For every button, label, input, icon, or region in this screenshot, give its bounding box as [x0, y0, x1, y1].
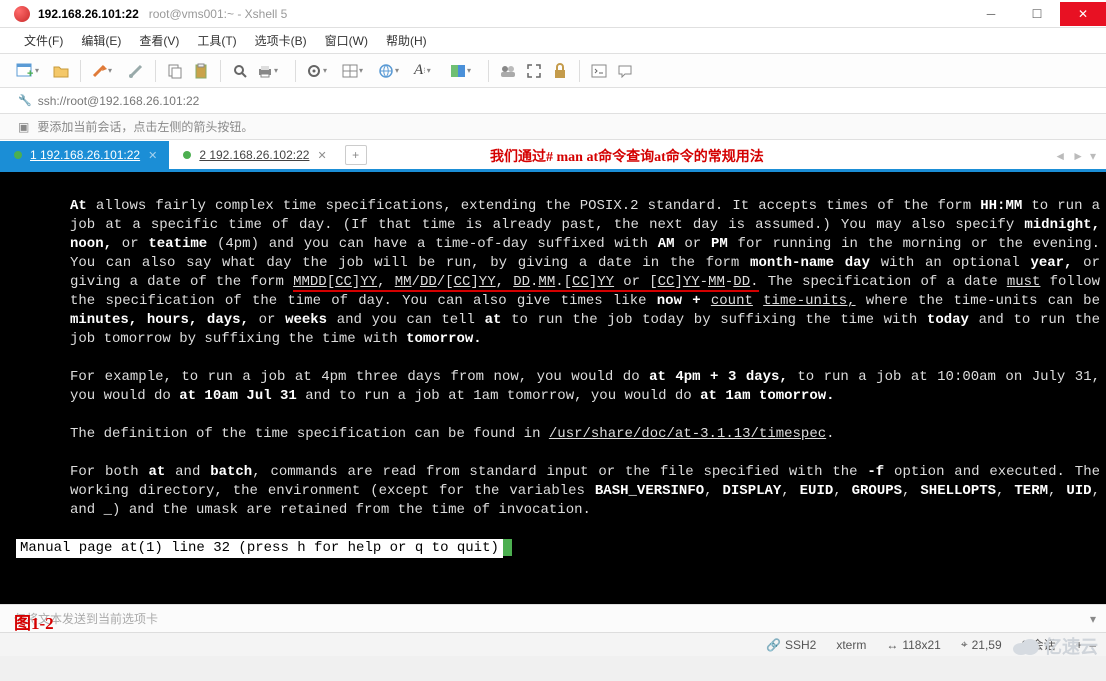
- tab-close-icon[interactable]: ✕: [317, 149, 326, 162]
- menu-window[interactable]: 窗口(W): [319, 30, 374, 51]
- window-title-sub: root@vms001:~ - Xshell 5: [149, 7, 288, 21]
- open-button[interactable]: [50, 60, 72, 82]
- tab-label: 1 192.168.26.101:22: [30, 148, 140, 162]
- menu-bar: 文件(F) 编辑(E) 查看(V) 工具(T) 选项卡(B) 窗口(W) 帮助(…: [0, 28, 1106, 54]
- window-title-ip: 192.168.26.101:22: [38, 7, 139, 21]
- status-dot-icon: [14, 151, 22, 159]
- menu-tools[interactable]: 工具(T): [191, 30, 242, 51]
- tab-close-icon[interactable]: ✕: [148, 149, 157, 162]
- title-bar: 192.168.26.101:22 root@vms001:~ - Xshell…: [0, 0, 1106, 28]
- tab-session-1[interactable]: 1 192.168.26.101:22 ✕: [0, 141, 169, 169]
- hint-bar: ▣ 要添加当前会话，点击左侧的箭头按钮。: [0, 114, 1106, 140]
- reconnect-button[interactable]: ▾: [89, 60, 121, 82]
- menu-help[interactable]: 帮助(H): [380, 30, 433, 51]
- fullscreen-button[interactable]: [523, 60, 545, 82]
- resize-icon: ↔: [886, 638, 898, 652]
- separator: [488, 60, 489, 82]
- status-proto: 🔗SSH2: [766, 638, 816, 652]
- separator: [220, 60, 221, 82]
- status-cursor: ⌖21,59: [961, 637, 1002, 652]
- separator: [295, 60, 296, 82]
- app-logo-icon: [14, 6, 30, 22]
- separator: [579, 60, 580, 82]
- color-scheme-button[interactable]: ▾: [448, 60, 480, 82]
- tab-list-icon[interactable]: ▾: [1090, 149, 1096, 163]
- hint-icon: ▣: [18, 120, 29, 134]
- send-dropdown-icon[interactable]: ▾: [1090, 612, 1106, 626]
- status-dot-icon: [183, 151, 191, 159]
- address-bar: 🔧 ssh://root@192.168.26.101:22: [0, 88, 1106, 114]
- tab-nav: ◄ ► ▾: [1054, 149, 1096, 163]
- tab-prev-icon[interactable]: ◄: [1054, 149, 1066, 163]
- paste-button[interactable]: [190, 60, 212, 82]
- address-url[interactable]: ssh://root@192.168.26.101:22: [38, 94, 200, 108]
- cursor-icon: [503, 539, 512, 556]
- window-controls: ─ ☐ ✕: [968, 2, 1106, 26]
- layout-button[interactable]: ▾: [340, 60, 372, 82]
- menu-tabs[interactable]: 选项卡(B): [249, 30, 313, 51]
- tab-next-icon[interactable]: ►: [1072, 149, 1084, 163]
- hint-text: 要添加当前会话，点击左侧的箭头按钮。: [37, 118, 253, 135]
- status-term: xterm: [836, 638, 866, 652]
- close-button[interactable]: ✕: [1060, 2, 1106, 26]
- script-button[interactable]: [588, 60, 610, 82]
- disconnect-button[interactable]: [125, 60, 147, 82]
- properties-button[interactable]: ▾: [304, 60, 336, 82]
- session-tabs: 1 192.168.26.101:22 ✕ 2 192.168.26.102:2…: [0, 140, 1106, 172]
- lock-button[interactable]: [549, 60, 571, 82]
- encoding-button[interactable]: ▾: [376, 60, 408, 82]
- menu-edit[interactable]: 编辑(E): [75, 30, 127, 51]
- watermark: 亿速云: [1002, 629, 1106, 663]
- tab-add-button[interactable]: +: [345, 145, 367, 165]
- chat-button[interactable]: [614, 60, 636, 82]
- man-status-line: Manual page at(1) line 32 (press h for h…: [16, 539, 503, 558]
- separator: [80, 60, 81, 82]
- font-button[interactable]: A⁝▾: [412, 60, 444, 82]
- status-bar: 🔗SSH2 xterm ↔118x21 ⌖21,59 2 会话 + –: [0, 632, 1106, 656]
- new-session-button[interactable]: +▾: [14, 60, 46, 82]
- tab-session-2[interactable]: 2 192.168.26.102:22 ✕: [169, 141, 338, 169]
- link-icon: 🔗: [766, 638, 781, 652]
- terminal-output[interactable]: At allows fairly complex time specificat…: [0, 172, 1106, 604]
- lock-icon: 🔧: [18, 94, 32, 107]
- separator: [155, 60, 156, 82]
- print-button[interactable]: ▾: [255, 60, 287, 82]
- menu-view[interactable]: 查看(V): [133, 30, 185, 51]
- maximize-button[interactable]: ☐: [1014, 2, 1060, 26]
- svg-text:+: +: [27, 68, 33, 79]
- toolbar: +▾ ▾ ▾ ▾ ▾ ▾ A⁝▾ ▾: [0, 54, 1106, 88]
- send-bar[interactable]: 仅将文本发送到当前选项卡 图1-2 ▾: [0, 604, 1106, 632]
- minimize-button[interactable]: ─: [968, 2, 1014, 26]
- status-size: ↔118x21: [886, 638, 940, 652]
- menu-file[interactable]: 文件(F): [18, 30, 69, 51]
- red-annotation: 我们通过# man at命令查询at命令的常规用法: [490, 146, 764, 166]
- figure-label: 图1-2: [14, 609, 54, 634]
- sessions-button[interactable]: [497, 60, 519, 82]
- copy-button[interactable]: [164, 60, 186, 82]
- find-button[interactable]: [229, 60, 251, 82]
- cursor-pos-icon: ⌖: [961, 637, 968, 652]
- tab-label: 2 192.168.26.102:22: [199, 148, 309, 162]
- cloud-icon: [1010, 636, 1040, 656]
